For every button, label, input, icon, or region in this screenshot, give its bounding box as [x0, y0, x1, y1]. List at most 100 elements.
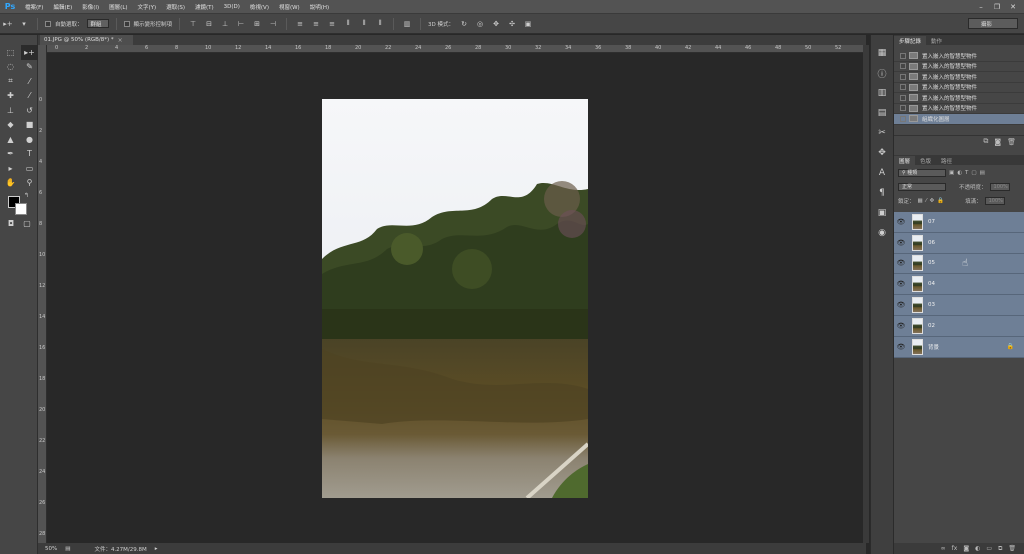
info-panel-icon[interactable]: ⓘ: [871, 63, 893, 83]
path-select-icon[interactable]: ▸: [2, 161, 19, 176]
filter-adjust-icon[interactable]: ◐: [957, 170, 962, 176]
blur-tool-icon[interactable]: ▲: [2, 132, 19, 147]
move-tool-preset-icon[interactable]: ▸+: [2, 19, 14, 29]
restore-icon[interactable]: ❐: [990, 2, 1004, 12]
lasso-tool-icon[interactable]: ◌: [2, 60, 19, 75]
history-item[interactable]: 置入嵌入的智慧型物件: [894, 83, 1024, 93]
history-panel-icon[interactable]: ▦: [871, 43, 893, 63]
background-color[interactable]: [15, 203, 27, 215]
layer-style-icon[interactable]: fx: [952, 545, 958, 552]
new-snapshot-icon[interactable]: ◙: [994, 138, 1001, 146]
menu-edit[interactable]: 編輯(E): [48, 3, 77, 11]
lock-position-icon[interactable]: ✥: [930, 198, 935, 204]
history-item[interactable]: 置入嵌入的智慧型物件: [894, 72, 1024, 83]
properties-panel-icon[interactable]: ▤: [871, 103, 893, 123]
clone-stamp-icon[interactable]: ⊥: [2, 103, 19, 118]
gradient-tool-icon[interactable]: ■: [21, 118, 38, 133]
fill-field[interactable]: 100%: [984, 196, 1005, 205]
type-tool-icon[interactable]: T: [21, 147, 38, 162]
link-layers-icon[interactable]: ∞: [941, 545, 946, 552]
layer-row[interactable]: 👁 06: [894, 232, 1024, 254]
eye-icon[interactable]: 👁: [894, 259, 908, 267]
transform-controls-checkbox[interactable]: [123, 20, 130, 27]
history-item[interactable]: 置入嵌入的智慧型物件: [894, 62, 1024, 72]
eyedropper-tool-icon[interactable]: ⁄: [21, 74, 38, 89]
layer-row[interactable]: 👁 07: [894, 212, 1024, 233]
delete-state-icon[interactable]: 🗑: [1007, 138, 1016, 146]
history-brush-icon[interactable]: ↺: [21, 103, 38, 118]
tab-layers[interactable]: 圖層: [894, 156, 916, 165]
new-layer-icon[interactable]: ⧉: [998, 545, 1002, 553]
eye-icon[interactable]: 👁: [894, 239, 908, 247]
lock-transparent-icon[interactable]: ▦: [918, 198, 923, 204]
filter-shape-icon[interactable]: ▢: [971, 170, 976, 176]
pen-tool-icon[interactable]: ✒: [2, 147, 19, 162]
menu-view[interactable]: 檢視(V): [245, 3, 274, 11]
quick-mask-icon[interactable]: ◘: [5, 218, 17, 228]
eye-icon[interactable]: 👁: [894, 301, 908, 309]
auto-align-icon[interactable]: ▥: [401, 19, 413, 29]
menu-filter[interactable]: 濾鏡(T): [190, 3, 219, 11]
distribute-top-icon[interactable]: ≡: [294, 19, 306, 29]
filter-pixel-icon[interactable]: ▣: [949, 170, 954, 176]
3d-scale-icon[interactable]: ▣: [522, 19, 534, 29]
menu-layer[interactable]: 圖層(L): [104, 3, 132, 11]
close-icon[interactable]: ✕: [1006, 2, 1020, 12]
layer-row[interactable]: 👁 02: [894, 315, 1024, 337]
align-vcenter-icon[interactable]: ⊟: [203, 19, 215, 29]
close-tab-icon[interactable]: ×: [118, 37, 123, 44]
move-tool-icon[interactable]: ▸+: [21, 45, 38, 60]
color-swatches[interactable]: ↰: [6, 190, 37, 216]
history-item[interactable]: 置入嵌入的智慧型物件: [894, 51, 1024, 62]
eye-icon[interactable]: 👁: [894, 322, 908, 330]
canvas-area[interactable]: [47, 53, 863, 543]
preset-dropdown-icon[interactable]: ▾: [18, 19, 30, 29]
eye-icon[interactable]: 👁: [894, 218, 908, 226]
opacity-field[interactable]: 100%: [989, 182, 1010, 191]
layer-row[interactable]: 👁 03: [894, 295, 1024, 316]
menu-image[interactable]: 影像(I): [77, 3, 104, 11]
new-group-icon[interactable]: ▭: [986, 545, 992, 552]
distribute-hcenter-icon[interactable]: ⦀: [358, 19, 370, 29]
workspace-dropdown[interactable]: 攝影: [968, 18, 1018, 29]
zoom-tool-icon[interactable]: ⚲: [21, 176, 38, 191]
shape-tool-icon[interactable]: ▭: [21, 161, 38, 176]
document-image[interactable]: [322, 99, 588, 498]
lock-all-icon[interactable]: 🔒: [937, 198, 944, 204]
new-document-from-state-icon[interactable]: ⧉: [983, 137, 988, 146]
menu-select[interactable]: 選取(S): [161, 3, 190, 11]
distribute-vcenter-icon[interactable]: ≡: [310, 19, 322, 29]
screen-mode-icon[interactable]: ▢: [21, 218, 33, 228]
crop-tool-icon[interactable]: ⌗: [2, 74, 19, 89]
brush-tool-icon[interactable]: ⁄: [21, 89, 38, 104]
adjustments-panel-icon[interactable]: ▥: [871, 83, 893, 103]
layer-filter-dropdown[interactable]: ⚲ 種類: [898, 168, 946, 177]
filter-type-icon[interactable]: T: [965, 170, 968, 176]
align-top-icon[interactable]: ⊤: [187, 19, 199, 29]
healing-brush-icon[interactable]: ✚: [2, 89, 19, 104]
distribute-bottom-icon[interactable]: ≡: [326, 19, 338, 29]
distribute-right-icon[interactable]: ⦀: [374, 19, 386, 29]
history-item-selected[interactable]: 組織化圖層: [894, 114, 1024, 125]
3d-slide-icon[interactable]: ✣: [506, 19, 518, 29]
vertical-scrollbar[interactable]: [863, 45, 869, 543]
align-hcenter-icon[interactable]: ⊞: [251, 19, 263, 29]
tab-paths[interactable]: 路徑: [936, 156, 957, 165]
eye-icon[interactable]: 👁: [894, 280, 908, 288]
blend-mode-dropdown[interactable]: 正常: [898, 182, 946, 191]
tools-preset-icon[interactable]: ✂: [871, 123, 893, 143]
menu-3d[interactable]: 3D(D): [219, 4, 245, 10]
tab-actions[interactable]: 動作: [926, 36, 947, 45]
tab-channels[interactable]: 色版: [915, 156, 936, 165]
character-panel-icon[interactable]: A: [871, 163, 893, 183]
align-right-icon[interactable]: ⊣: [267, 19, 279, 29]
distribute-left-icon[interactable]: ⦀: [342, 19, 354, 29]
auto-select-checkbox[interactable]: [45, 20, 51, 27]
history-item[interactable]: 置入嵌入的智慧型物件: [894, 93, 1024, 104]
swap-colors-icon[interactable]: ↰: [24, 192, 29, 199]
hand-tool-icon[interactable]: ✋: [2, 176, 19, 191]
menu-window[interactable]: 視窗(W): [274, 3, 305, 11]
eye-icon[interactable]: 👁: [894, 343, 908, 351]
status-menu-icon[interactable]: ▤: [65, 546, 70, 552]
tab-history[interactable]: 步驟記錄: [894, 36, 927, 45]
